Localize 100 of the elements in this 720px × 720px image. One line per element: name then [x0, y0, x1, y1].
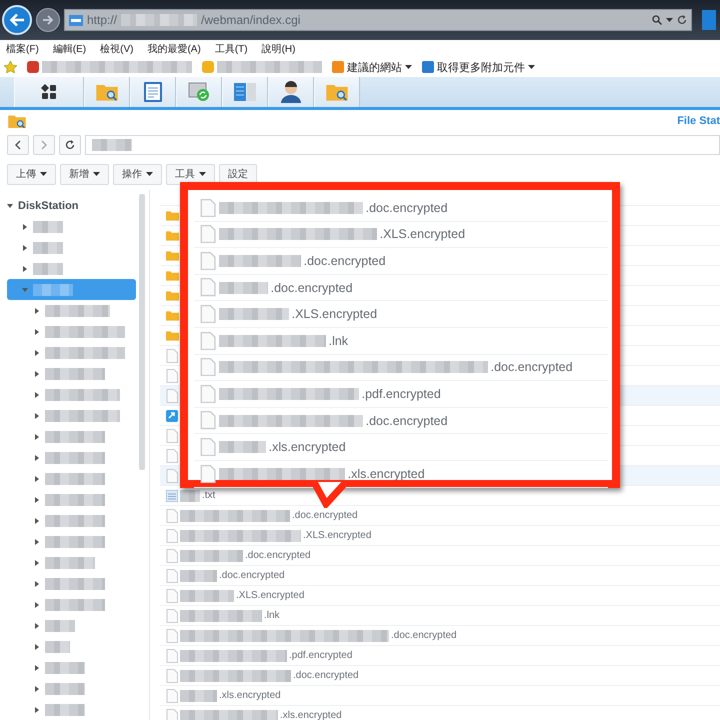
collapsed-arrow-icon[interactable]: [34, 392, 40, 398]
file-icon: [166, 368, 178, 382]
favorite-link[interactable]: [27, 61, 192, 73]
collapsed-arrow-icon[interactable]: [34, 308, 40, 314]
url-text: /webman/index.cgi: [201, 13, 300, 27]
collapsed-arrow-icon[interactable]: [34, 412, 40, 418]
app-tile[interactable]: [84, 77, 130, 107]
app-tile[interactable]: [268, 77, 314, 107]
collapsed-arrow-icon[interactable]: [34, 602, 40, 608]
file-icon: [166, 548, 178, 562]
folder-search-icon: [326, 83, 348, 101]
menu-item[interactable]: 檢視(V): [100, 42, 134, 56]
toolbar-button[interactable]: 新增: [60, 164, 109, 184]
file-icon: [166, 348, 178, 362]
file-icon: [166, 588, 178, 602]
scrollbar[interactable]: [139, 194, 145, 470]
file-icon: [200, 384, 216, 404]
collapsed-arrow-icon[interactable]: [34, 434, 40, 440]
caret-icon: [666, 18, 673, 22]
file-icon: [200, 411, 216, 430]
blurred-name: [45, 704, 85, 716]
path-field[interactable]: [85, 135, 720, 155]
blurred-name: [180, 690, 217, 702]
file-icon: [166, 528, 178, 542]
star-icon[interactable]: [4, 61, 17, 73]
menu-item[interactable]: 說明(H): [262, 42, 296, 56]
text-file-icon: [166, 490, 178, 502]
blurred-name: [45, 514, 105, 526]
app-tile[interactable]: [314, 77, 360, 107]
collapsed-arrow-icon[interactable]: [22, 266, 28, 272]
collapsed-arrow-icon[interactable]: [34, 350, 40, 356]
menu-item[interactable]: 檔案(F): [6, 42, 39, 56]
caret-icon: [40, 172, 47, 176]
file-name: .doc.encrypted: [292, 510, 358, 521]
collapsed-arrow-icon[interactable]: [34, 476, 40, 482]
folder-icon: [166, 210, 179, 221]
file-name: .xls.encrypted: [348, 466, 425, 481]
forward-button[interactable]: [36, 8, 60, 32]
collapsed-arrow-icon[interactable]: [34, 686, 40, 692]
menu-item[interactable]: 我的最愛(A): [147, 42, 201, 56]
file-row[interactable]: .lnk: [160, 606, 720, 626]
file-row[interactable]: .pdf.encrypted: [160, 646, 720, 666]
menu-item[interactable]: 編輯(E): [52, 42, 86, 56]
collapsed-arrow-icon[interactable]: [22, 244, 28, 250]
collapsed-arrow-icon[interactable]: [34, 454, 40, 460]
chevron-right-icon: [41, 140, 47, 150]
toolbar-button[interactable]: 上傳: [7, 164, 56, 184]
collapsed-arrow-icon[interactable]: [34, 328, 40, 334]
main-menu-button[interactable]: [14, 77, 84, 107]
app-tile[interactable]: [222, 77, 268, 107]
file-row[interactable]: .XLS.encrypted: [160, 526, 720, 546]
refresh-icon[interactable]: [677, 15, 687, 25]
collapsed-arrow-icon[interactable]: [34, 706, 40, 712]
folder-icon: [166, 310, 179, 321]
panels-icon: [234, 83, 256, 101]
folder-icon: [166, 270, 179, 281]
folder-icon: [166, 230, 179, 241]
page-icon: [332, 61, 344, 73]
file-row[interactable]: .doc.encrypted: [160, 626, 720, 646]
favorite-link[interactable]: 取得更多附加元件: [437, 60, 525, 74]
collapsed-arrow-icon[interactable]: [34, 580, 40, 586]
toolbar-button[interactable]: 操作: [113, 164, 162, 184]
refresh-icon[interactable]: [65, 140, 75, 150]
app-tile[interactable]: [130, 77, 176, 107]
file-name: .doc.encrypted: [219, 570, 285, 581]
collapsed-arrow-icon[interactable]: [34, 622, 40, 628]
search-icon[interactable]: [652, 15, 662, 25]
collapsed-arrow-icon[interactable]: [34, 496, 40, 502]
expanded-arrow-icon[interactable]: [7, 202, 13, 208]
blurred-name: [45, 662, 85, 674]
favorite-link[interactable]: 建議的網站: [347, 60, 402, 74]
app-tile[interactable]: [176, 77, 222, 107]
back-button[interactable]: [7, 135, 29, 155]
collapsed-arrow-icon[interactable]: [34, 370, 40, 376]
caret-icon: [146, 172, 153, 176]
file-row[interactable]: .XLS.encrypted: [160, 586, 720, 606]
file-row[interactable]: .xls.encrypted: [160, 686, 720, 706]
collapsed-arrow-icon[interactable]: [34, 518, 40, 524]
blurred-name: [218, 441, 266, 454]
collapsed-arrow-icon[interactable]: [34, 644, 40, 650]
collapsed-arrow-icon[interactable]: [34, 560, 40, 566]
collapsed-arrow-icon[interactable]: [34, 664, 40, 670]
menu-item[interactable]: 工具(T): [214, 42, 248, 56]
tree-item[interactable]: DiskStation: [18, 200, 79, 212]
blurred-name: [45, 452, 105, 464]
app-title: File Stat: [677, 115, 720, 127]
collapsed-arrow-icon[interactable]: [34, 538, 40, 544]
caret-icon: [199, 172, 206, 176]
file-icon: [200, 438, 216, 456]
refresh-button[interactable]: [59, 135, 81, 155]
file-icon: [200, 305, 216, 324]
collapsed-arrow-icon[interactable]: [22, 224, 28, 230]
caret-icon: [405, 65, 412, 69]
file-row[interactable]: .doc.encrypted: [160, 566, 720, 586]
toolbar-button[interactable]: 設定: [219, 164, 257, 184]
file-row[interactable]: .doc.encrypted: [160, 666, 720, 686]
toolbar-button[interactable]: 工具: [166, 164, 215, 184]
file-row[interactable]: .doc.encrypted: [160, 546, 720, 566]
file-name: .XLS.encrypted: [292, 307, 378, 322]
back-button[interactable]: [2, 5, 32, 35]
